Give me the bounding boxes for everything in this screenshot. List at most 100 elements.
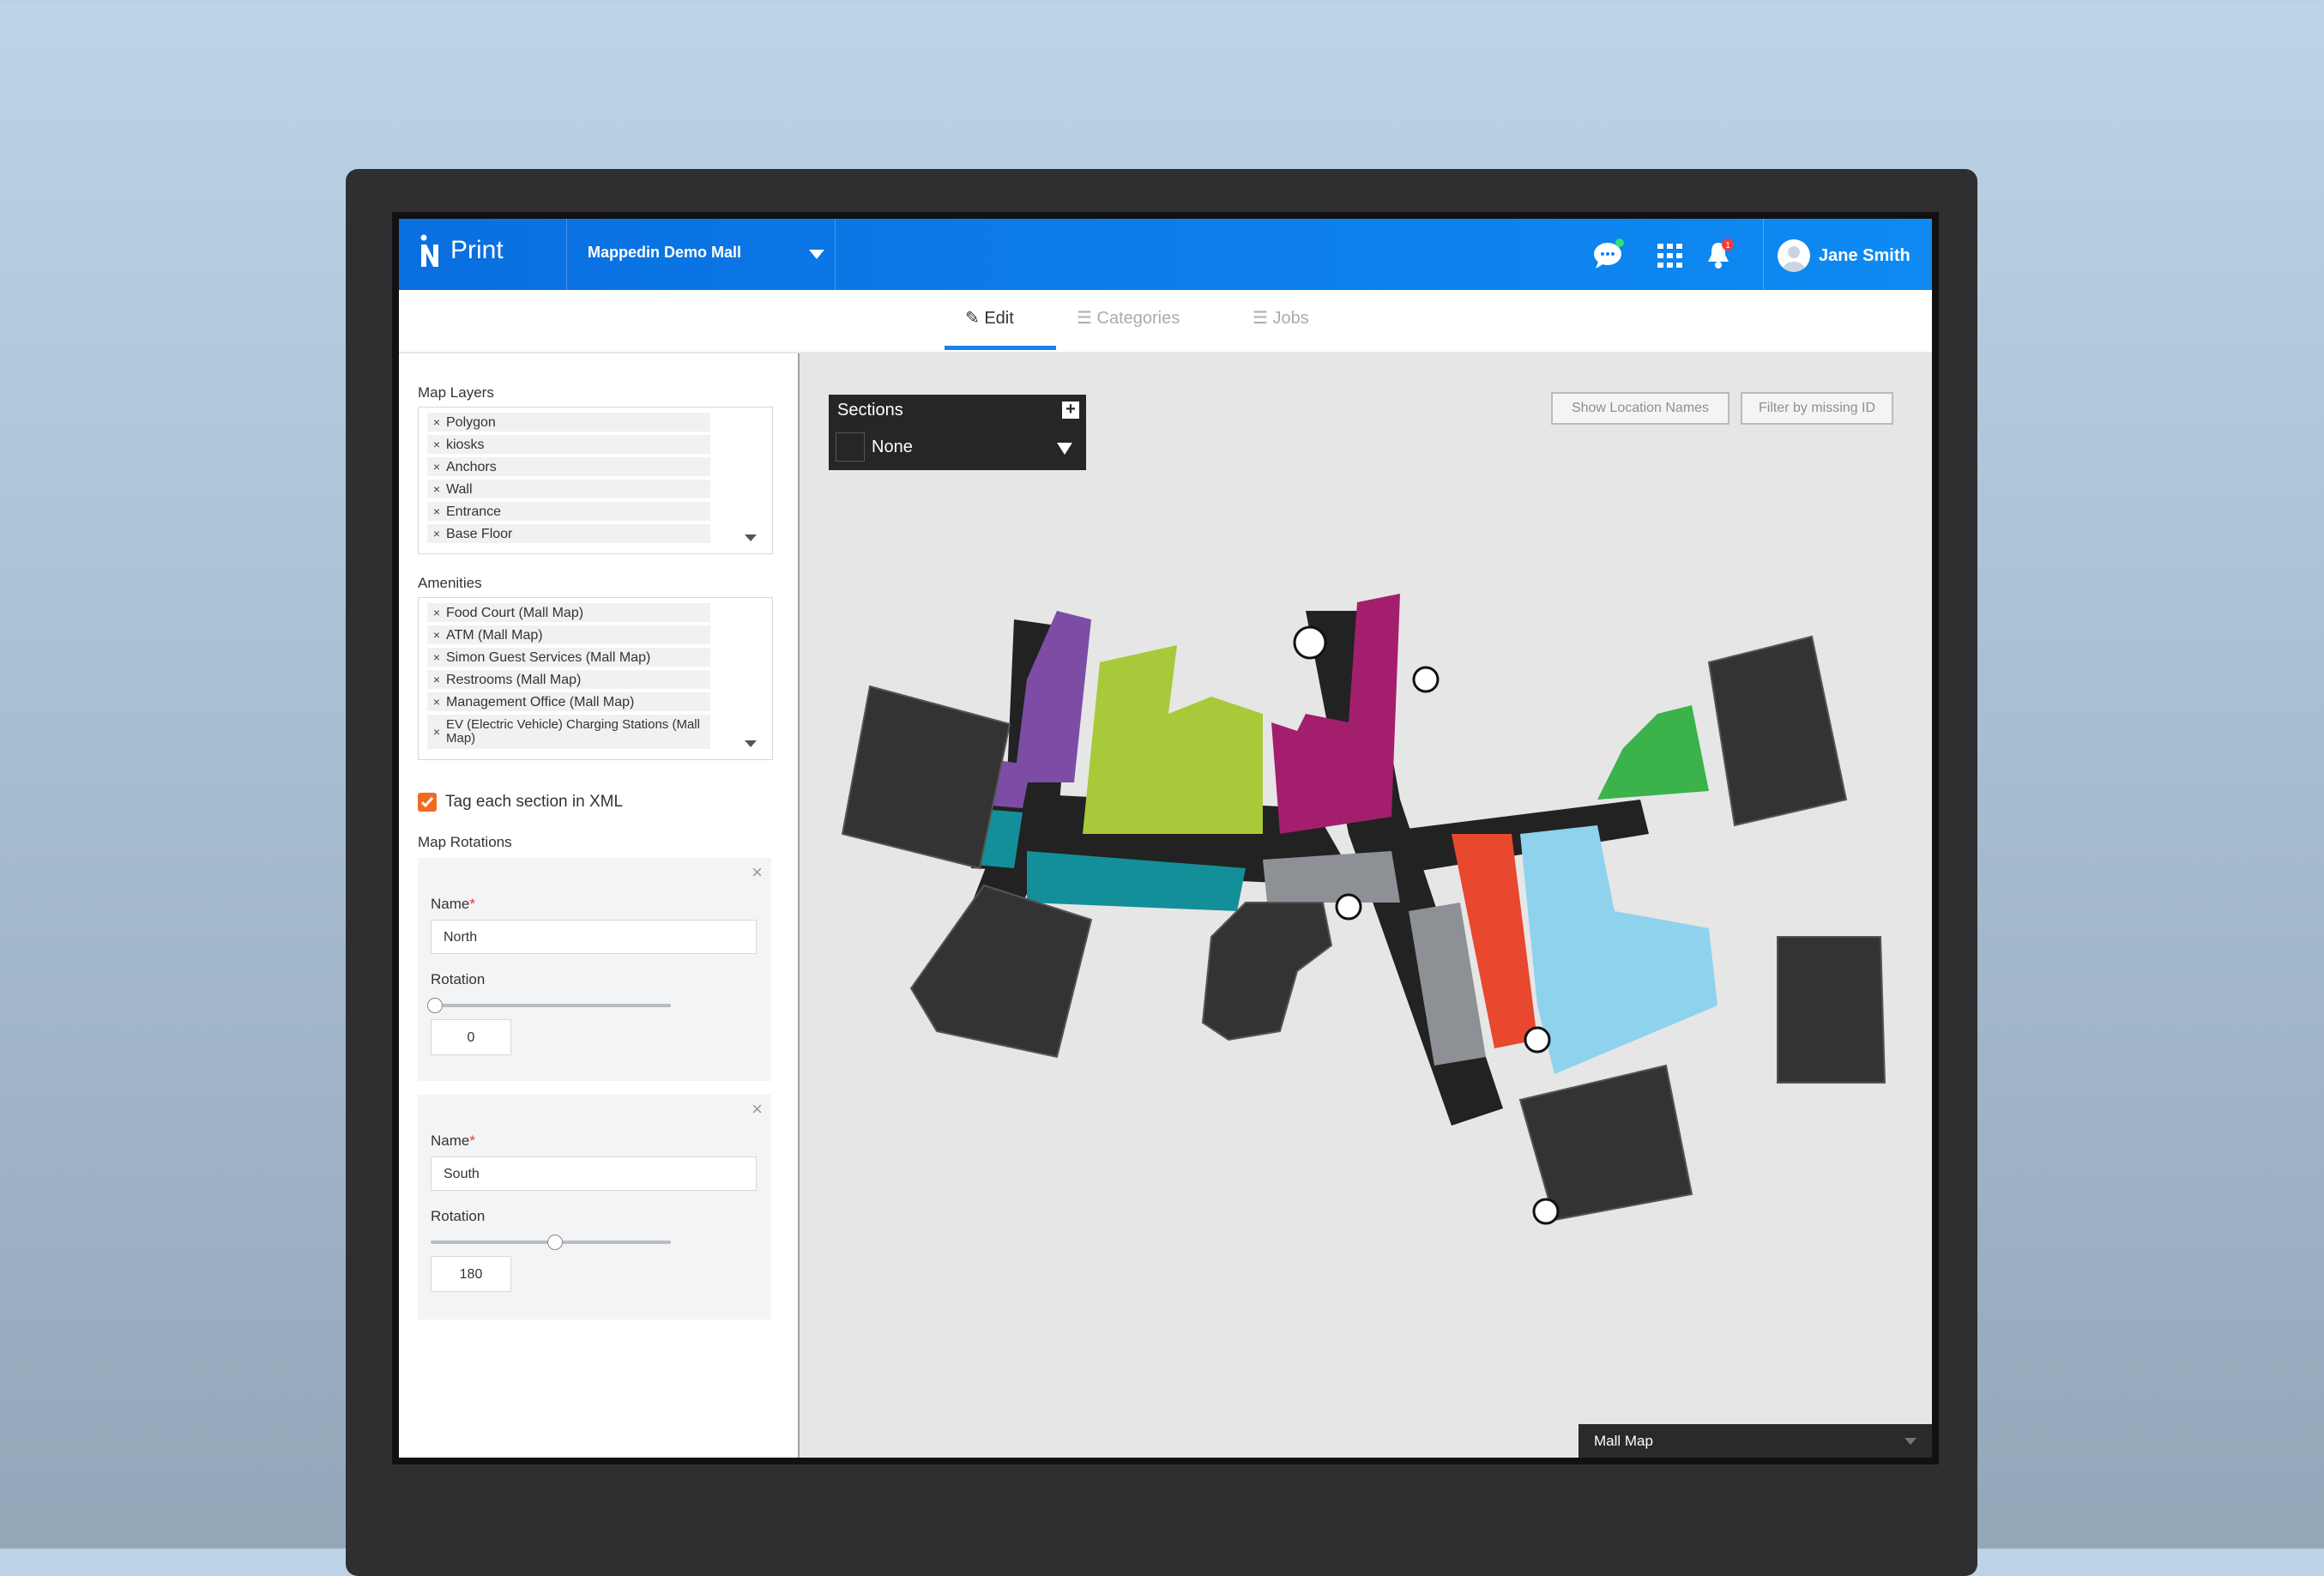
- close-icon[interactable]: ×: [752, 861, 763, 884]
- mall-floor-map[interactable]: [800, 353, 1932, 1458]
- remove-icon[interactable]: ×: [427, 670, 446, 689]
- zone-lime[interactable]: [1083, 645, 1263, 834]
- remove-icon[interactable]: ×: [427, 457, 446, 476]
- zone-green[interactable]: [1597, 705, 1709, 800]
- name-field-label: Name*: [431, 1132, 475, 1149]
- sections-title: Sections: [837, 401, 903, 420]
- rotation-card-north: × Name* North Rotation 0: [418, 858, 771, 1081]
- remove-icon[interactable]: ×: [427, 603, 446, 622]
- filter-missing-id-button[interactable]: Filter by missing ID: [1741, 392, 1893, 425]
- notification-count: 1: [1725, 241, 1730, 251]
- chevron-down-icon[interactable]: [745, 534, 757, 541]
- amenity-chip[interactable]: × Restrooms (Mall Map): [427, 670, 710, 689]
- section-color-swatch[interactable]: [836, 432, 865, 462]
- map-layers-select[interactable]: × Polygon × kiosks × Anchors × Wall × Entranc…: [418, 407, 773, 554]
- close-icon[interactable]: ×: [752, 1098, 763, 1120]
- venue-selector[interactable]: Mappedin Demo Mall: [588, 244, 741, 262]
- map-canvas[interactable]: Sections + None Show Location Names Filt…: [800, 353, 1932, 1458]
- chevron-down-icon[interactable]: [1904, 1438, 1917, 1445]
- tag-sections-label: Tag each section in XML: [445, 793, 624, 811]
- sections-panel: Sections + None: [829, 395, 1086, 470]
- add-section-button[interactable]: +: [1062, 401, 1079, 419]
- map-layer-select-label: Mall Map: [1594, 1433, 1653, 1449]
- tab-label: Jobs: [1272, 309, 1309, 328]
- rotation-slider[interactable]: [431, 1004, 671, 1007]
- atm-icon[interactable]: [1524, 1026, 1551, 1054]
- amenities-select[interactable]: × Food Court (Mall Map) × ATM (Mall Map) ×…: [418, 597, 773, 760]
- chevron-down-icon[interactable]: [745, 740, 757, 747]
- map-layer-chip[interactable]: × Polygon: [427, 413, 710, 432]
- rotation-value-input[interactable]: 180: [431, 1256, 511, 1292]
- rotation-field-label: Rotation: [431, 1208, 486, 1224]
- map-layer-chip[interactable]: × Entrance: [427, 502, 710, 521]
- chat-icon[interactable]: [1591, 238, 1626, 270]
- zone-gray[interactable]: [1263, 851, 1400, 903]
- amenity-chip[interactable]: × Simon Guest Services (Mall Map): [427, 648, 710, 667]
- chevron-down-icon[interactable]: [809, 250, 824, 259]
- anchor-store[interactable]: [1201, 902, 1333, 1042]
- rotation-slider-handle[interactable]: [547, 1235, 563, 1250]
- anchor-store[interactable]: [1518, 1064, 1693, 1222]
- remove-icon[interactable]: ×: [427, 692, 446, 711]
- rotation-card-south: × Name* South Rotation 180: [418, 1095, 771, 1319]
- remove-icon[interactable]: ×: [427, 435, 446, 454]
- rotation-name-input[interactable]: North: [431, 920, 757, 954]
- pencil-icon: ✎: [965, 309, 980, 328]
- tab-jobs[interactable]: ☰ Jobs: [1253, 307, 1309, 329]
- map-layer-chip[interactable]: × kiosks: [427, 435, 710, 454]
- name-field-label: Name*: [431, 896, 475, 912]
- amenities-label: Amenities: [418, 575, 482, 591]
- remove-icon[interactable]: ×: [427, 502, 446, 521]
- restroom-icon[interactable]: [1412, 666, 1440, 693]
- chevron-down-icon[interactable]: [1057, 443, 1072, 455]
- remove-icon[interactable]: ×: [427, 413, 446, 432]
- map-layer-chip[interactable]: × Anchors: [427, 457, 710, 476]
- atm-icon[interactable]: [1335, 893, 1362, 921]
- map-layer-select[interactable]: Mall Map: [1579, 1424, 1932, 1458]
- anchor-store[interactable]: [909, 884, 1093, 1059]
- notification-bell-icon[interactable]: 1: [1705, 238, 1735, 270]
- monitor-screen: Print Mappedin Demo Mall 1 Jane Smith ✎ …: [392, 212, 1939, 1464]
- active-tab-indicator: [945, 346, 1056, 350]
- apps-grid-icon[interactable]: [1656, 242, 1685, 269]
- show-location-names-button[interactable]: Show Location Names: [1551, 392, 1729, 425]
- anchor-store[interactable]: [841, 685, 1011, 870]
- ev-charging-icon[interactable]: [1293, 625, 1327, 660]
- remove-icon[interactable]: ×: [427, 480, 446, 498]
- remove-icon[interactable]: ×: [427, 524, 446, 543]
- map-layer-chip[interactable]: × Base Floor: [427, 524, 710, 543]
- atm-icon[interactable]: [1532, 1198, 1560, 1225]
- tab-label: Edit: [984, 309, 1014, 328]
- list-icon: ☰: [1253, 309, 1268, 328]
- amenity-chip[interactable]: × ATM (Mall Map): [427, 625, 710, 644]
- app-name: Print: [450, 236, 504, 264]
- anchor-store[interactable]: [1707, 635, 1848, 827]
- remove-icon[interactable]: ×: [427, 648, 446, 667]
- tab-edit[interactable]: ✎ Edit: [965, 307, 1014, 329]
- amenity-chip[interactable]: × Food Court (Mall Map): [427, 603, 710, 622]
- map-layer-chip[interactable]: × Wall: [427, 480, 710, 498]
- avatar[interactable]: [1778, 239, 1810, 272]
- map-layers-label: Map Layers: [418, 384, 494, 401]
- rotation-field-label: Rotation: [431, 971, 486, 987]
- user-avatar-icon: [1783, 246, 1805, 272]
- remove-icon[interactable]: ×: [427, 625, 446, 644]
- tag-sections-checkbox[interactable]: [418, 793, 437, 812]
- map-rotations-label: Map Rotations: [418, 834, 512, 850]
- checkmark-icon: [420, 797, 434, 808]
- anchor-store[interactable]: [1777, 936, 1886, 1084]
- remove-icon[interactable]: ×: [427, 715, 446, 739]
- rotation-slider-handle[interactable]: [427, 998, 443, 1013]
- amenity-chip[interactable]: × Management Office (Mall Map): [427, 692, 710, 711]
- rotation-value-input[interactable]: 0: [431, 1019, 511, 1055]
- tab-label: Categories: [1096, 309, 1180, 328]
- amenity-chip[interactable]: × EV (Electric Vehicle) Charging Stations…: [427, 715, 710, 749]
- list-icon: ☰: [1077, 309, 1092, 328]
- user-name[interactable]: Jane Smith: [1819, 246, 1911, 266]
- rotation-name-input[interactable]: South: [431, 1156, 757, 1191]
- top-bar: Print Mappedin Demo Mall 1 Jane Smith: [399, 219, 1932, 290]
- tab-categories[interactable]: ☰ Categories: [1077, 307, 1180, 329]
- tab-bar: ✎ Edit ☰ Categories ☰ Jobs: [399, 290, 1932, 353]
- sidebar: Map Layers × Polygon × kiosks × Anchors × Wa…: [399, 353, 800, 1458]
- section-select[interactable]: None: [872, 438, 913, 457]
